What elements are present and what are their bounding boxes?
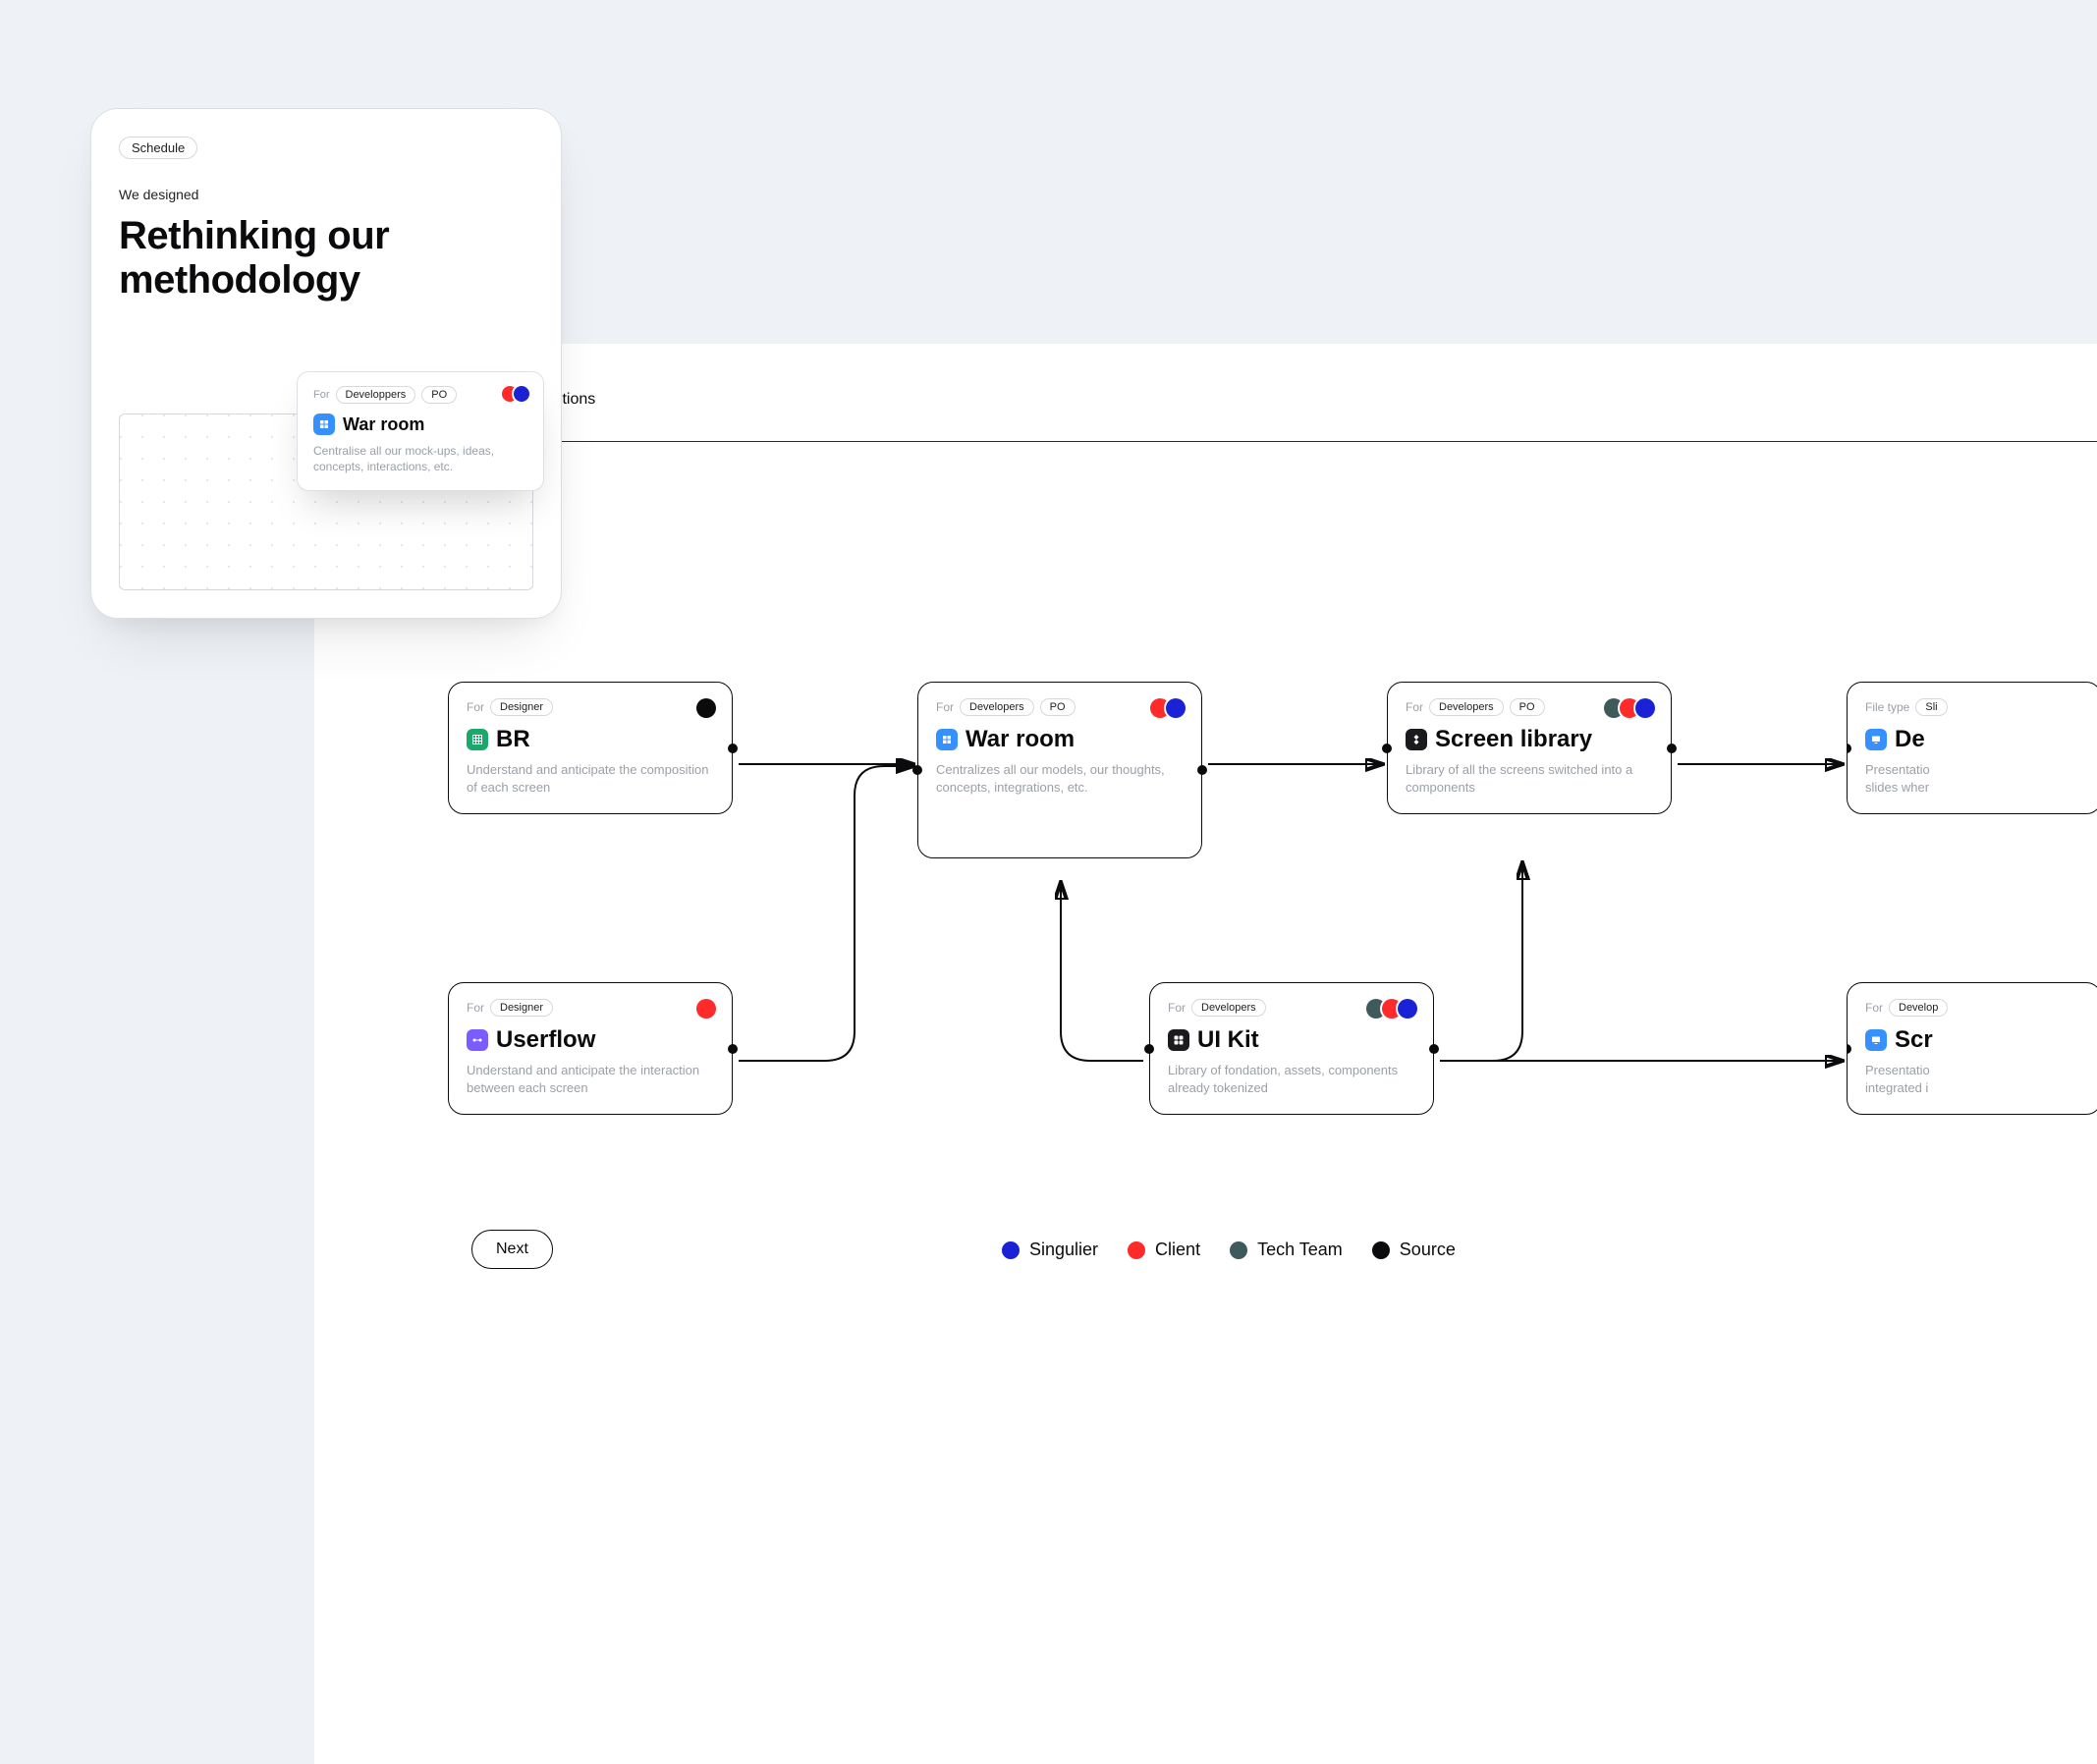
component-library-icon (1406, 729, 1427, 750)
warroom-title: War room (966, 726, 1075, 753)
uikit-tag-developers: Developers (1191, 999, 1266, 1017)
uikit-port-out (1429, 1044, 1439, 1054)
source-dot-icon (1372, 1241, 1390, 1259)
screenlib-dots (1608, 698, 1655, 718)
mini-for-label: For (313, 389, 330, 401)
mini-dots (506, 386, 529, 402)
next-button[interactable]: Next (471, 1230, 553, 1269)
warroom-tag-po: PO (1040, 698, 1076, 716)
singulier-dot-icon (1002, 1241, 1020, 1259)
node-br[interactable]: For Designer BR Understand and anticipat… (448, 682, 733, 814)
deck2-title: Scr (1895, 1026, 1933, 1054)
mini-desc: Centralise all our mock-ups, ideas, conc… (313, 443, 527, 474)
deck1-port-in (1847, 744, 1851, 753)
deck2-port-in (1847, 1044, 1851, 1054)
screenlib-desc: Library of all the screens switched into… (1406, 761, 1653, 796)
node-userflow[interactable]: For Designer Userflow Understand and ant… (448, 982, 733, 1115)
warroom-for-label: For (936, 700, 954, 714)
mini-for-row: For Developpers PO (313, 386, 527, 404)
uikit-port-in (1144, 1044, 1154, 1054)
war-room-icon (313, 413, 335, 435)
br-desc: Understand and anticipate the compositio… (467, 761, 714, 796)
deck1-desc: Presentatio slides wher (1865, 761, 2083, 796)
screenlib-tag-developers: Developers (1429, 698, 1504, 716)
userflow-for-label: For (467, 1001, 484, 1015)
summary-title: Rethinking our methodology (119, 214, 533, 303)
legend-tech: Tech Team (1230, 1240, 1343, 1260)
node-deck-top[interactable]: File type Sli De Presentatio slides wher (1847, 682, 2097, 814)
userflow-for-row: For Designer (467, 999, 714, 1017)
legend-tech-label: Tech Team (1257, 1240, 1343, 1260)
legend: Singulier Client Tech Team Source (1002, 1240, 1456, 1260)
screenlib-title: Screen library (1435, 726, 1592, 753)
singulier-dot-icon (1635, 698, 1655, 718)
node-ui-kit[interactable]: For Developers UI Kit Library of fondati… (1149, 982, 1434, 1115)
warroom-port-out (1197, 765, 1207, 775)
userflow-port-out (728, 1044, 738, 1054)
summary-mini-card[interactable]: For Developpers PO War room Centralise a… (297, 371, 544, 491)
uikit-desc: Library of fondation, assets, components… (1168, 1062, 1415, 1096)
source-dot-icon (696, 698, 716, 718)
userflow-title: Userflow (496, 1026, 595, 1054)
node-war-room[interactable]: For Developers PO War room Centralizes a… (917, 682, 1202, 858)
summary-card: Schedule We designed Rethinking our meth… (90, 108, 562, 619)
userflow-desc: Understand and anticipate the interactio… (467, 1062, 714, 1096)
schedule-badge: Schedule (119, 137, 197, 159)
br-title: BR (496, 726, 530, 753)
deck1-filetype-label: File type (1865, 700, 1909, 714)
userflow-tag-designer: Designer (490, 999, 553, 1017)
singulier-dot-icon (514, 386, 529, 402)
client-dot-icon (696, 999, 716, 1019)
tab-strip: lutions (550, 383, 2097, 442)
warroom-dots (1154, 698, 1186, 718)
br-for-row: For Designer (467, 698, 714, 716)
war-room-icon (936, 729, 958, 750)
spreadsheet-icon (467, 729, 488, 750)
screenlib-tag-po: PO (1510, 698, 1545, 716)
summary-dotted-area: For Developpers PO War room Centralise a… (119, 413, 533, 590)
warroom-port-in (912, 765, 922, 775)
br-port-out (728, 744, 738, 753)
deck2-for-label: For (1865, 1001, 1883, 1015)
uikit-dots (1370, 999, 1417, 1019)
br-for-label: For (467, 700, 484, 714)
legend-singulier-label: Singulier (1029, 1240, 1098, 1260)
legend-client: Client (1128, 1240, 1200, 1260)
mini-tag-po: PO (421, 386, 457, 404)
node-deck-bottom[interactable]: For Develop Scr Presentatio integrated i (1847, 982, 2097, 1115)
userflow-dots (700, 999, 716, 1019)
singulier-dot-icon (1398, 999, 1417, 1019)
slides-icon (1865, 1029, 1887, 1051)
deck1-for-row: File type Sli (1865, 698, 2083, 716)
uikit-title: UI Kit (1197, 1026, 1259, 1054)
br-dots (700, 698, 716, 718)
screenlib-for-label: For (1406, 700, 1423, 714)
screenlib-port-out (1667, 744, 1677, 753)
deck1-title: De (1895, 726, 1925, 753)
warroom-for-row: For Developers PO (936, 698, 1184, 716)
legend-client-label: Client (1155, 1240, 1200, 1260)
slides-icon (1865, 729, 1887, 750)
deck2-tag: Develop (1889, 999, 1948, 1017)
warroom-desc: Centralizes all our models, our thoughts… (936, 761, 1184, 796)
uikit-for-label: For (1168, 1001, 1186, 1015)
userflow-icon (467, 1029, 488, 1051)
client-dot-icon (1128, 1241, 1145, 1259)
legend-singulier: Singulier (1002, 1240, 1098, 1260)
screenlib-port-in (1382, 744, 1392, 753)
tech-dot-icon (1230, 1241, 1247, 1259)
ui-kit-icon (1168, 1029, 1189, 1051)
deck2-desc: Presentatio integrated i (1865, 1062, 2083, 1096)
legend-source: Source (1372, 1240, 1456, 1260)
warroom-tag-developers: Developers (960, 698, 1034, 716)
deck1-filetype-tag: Sli (1915, 698, 1947, 716)
summary-eyebrow: We designed (119, 187, 533, 202)
mini-title: War room (343, 414, 424, 435)
node-screen-library[interactable]: For Developers PO Screen library Library… (1387, 682, 1672, 814)
singulier-dot-icon (1166, 698, 1186, 718)
deck2-for-row: For Develop (1865, 999, 2083, 1017)
mini-tag-developers: Developpers (336, 386, 416, 404)
br-tag-designer: Designer (490, 698, 553, 716)
legend-source-label: Source (1400, 1240, 1456, 1260)
